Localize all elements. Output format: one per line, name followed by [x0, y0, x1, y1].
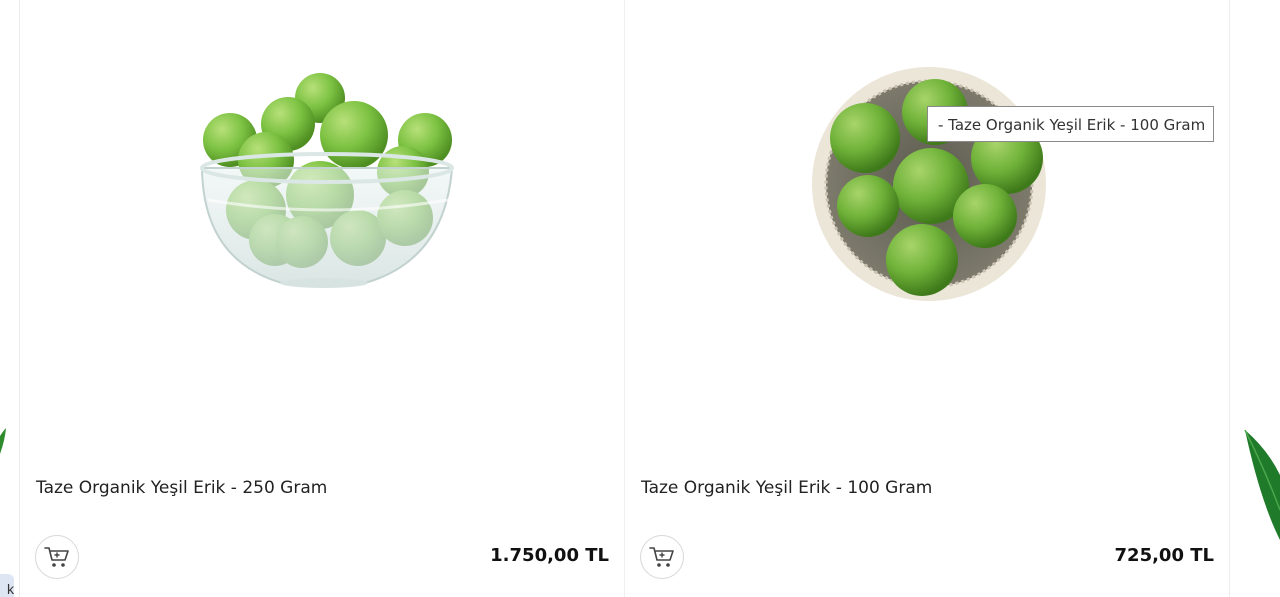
add-to-cart-button[interactable] [35, 535, 79, 579]
product-title[interactable]: Taze Organik Yeşil Erik - 250 Gram [36, 478, 327, 498]
product-title-tooltip: - Taze Organik Yeşil Erik - 100 Gram [927, 106, 1215, 142]
partial-product-card-left[interactable] [0, 0, 20, 597]
product-grid-viewport: k Taze Organik Yeşil Erik - 250 Gram 1.7… [0, 0, 1280, 597]
product-image-green-plums-glass-bowl[interactable] [20, 0, 624, 440]
product-image-green-plums-ceramic-bowl[interactable] [625, 0, 1229, 440]
add-to-cart-button[interactable] [640, 535, 684, 579]
product-card[interactable]: Taze Organik Yeşil Erik - 100 Gram 725,0… [625, 0, 1230, 597]
partial-badge-left[interactable]: k [0, 574, 14, 597]
product-price: 1.750,00 TL [490, 545, 609, 566]
leaf-decoration-left [0, 428, 6, 454]
product-card[interactable]: Taze Organik Yeşil Erik - 250 Gram 1.750… [20, 0, 625, 597]
product-price: 725,00 TL [1114, 545, 1214, 566]
product-title[interactable]: Taze Organik Yeşil Erik - 100 Gram [641, 478, 932, 498]
leaf-decoration-right [1244, 430, 1280, 540]
cart-icon [44, 547, 69, 567]
cart-icon [649, 547, 674, 567]
